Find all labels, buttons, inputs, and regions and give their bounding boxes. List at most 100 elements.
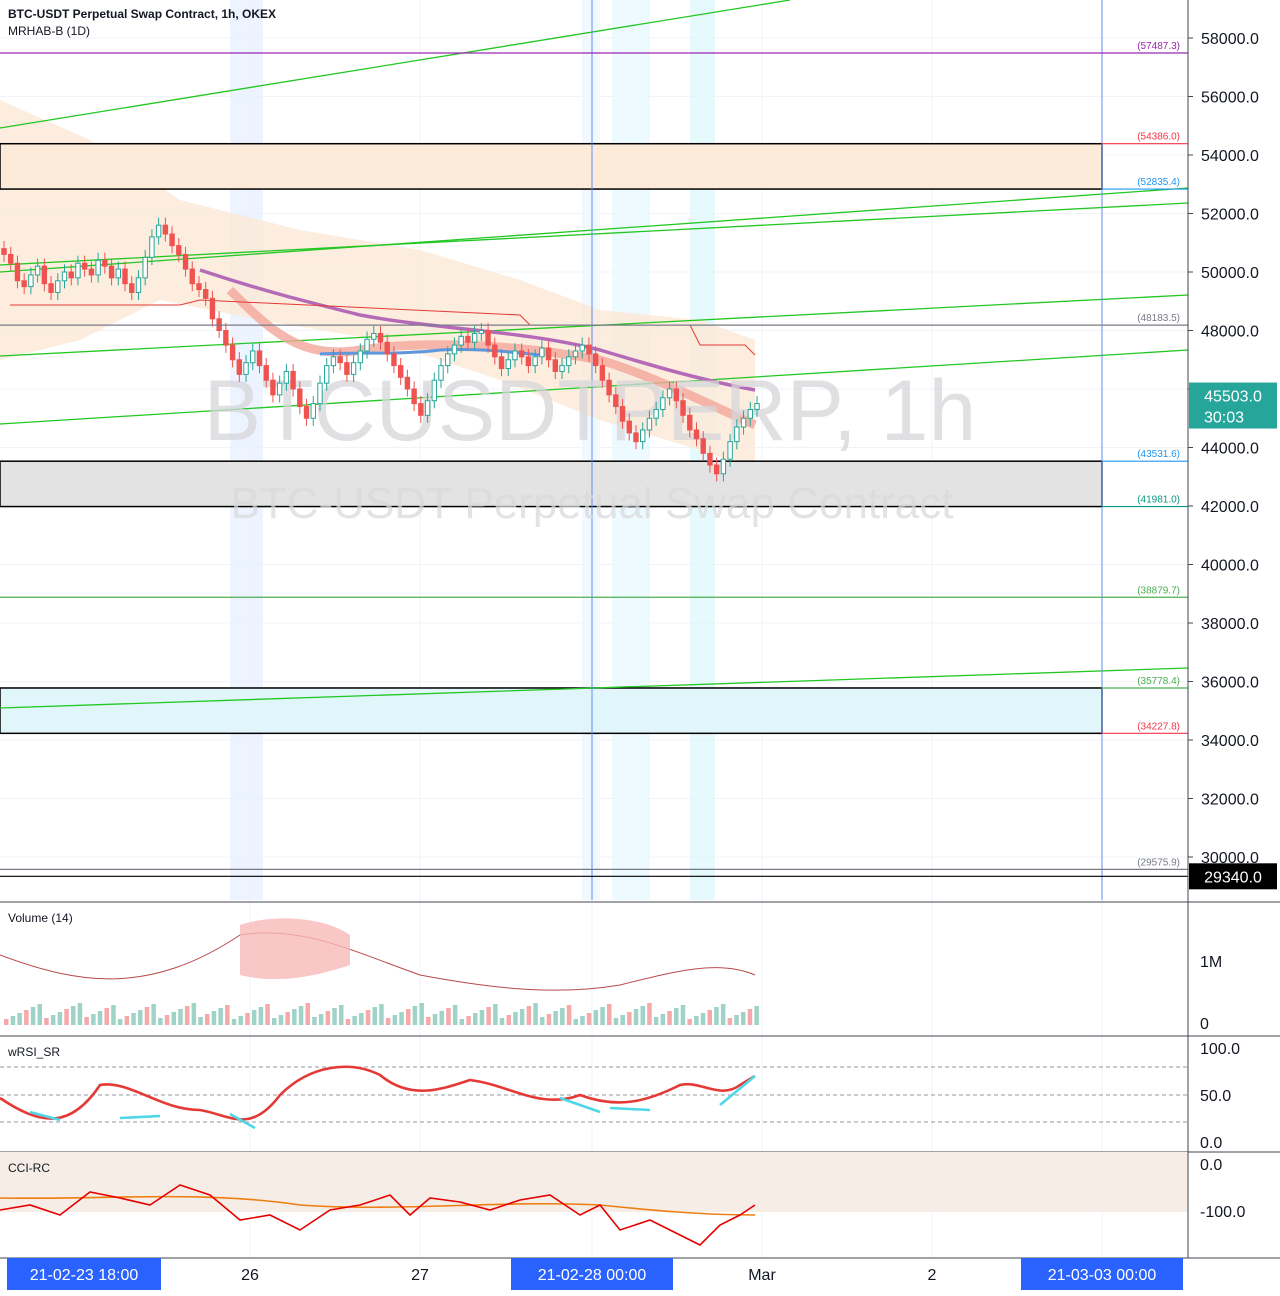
volume-bar	[178, 1009, 183, 1025]
volume-bar	[84, 1017, 89, 1025]
candle-body	[169, 233, 175, 247]
candle-body	[518, 350, 525, 358]
volume-bar	[741, 1012, 746, 1025]
volume-bar	[111, 1005, 116, 1025]
candle-body	[498, 356, 505, 370]
volume-bar	[278, 1015, 284, 1025]
candle-body	[492, 344, 498, 358]
chart-title: BTC-USDT Perpetual Swap Contract, 1h, OK…	[8, 7, 277, 21]
candle-body	[236, 359, 243, 375]
volume-bar	[265, 1004, 270, 1025]
candle-body	[418, 403, 424, 416]
cci-band	[0, 1152, 1188, 1212]
price-axis[interactable]: 1M 0 100.0 50.0 0.0 0.0 -100.0 58000.0 56000.0 54…	[1187, 0, 1277, 1258]
volume-bar	[292, 1009, 297, 1025]
volume-bar	[466, 1016, 471, 1025]
candle-body	[599, 365, 606, 381]
level-label: (38879.7)	[1137, 585, 1180, 596]
volume-bar	[231, 1019, 237, 1025]
price-tick-label: 36000.0	[1201, 675, 1259, 692]
time-label: 21-03-03 00:00	[1048, 1267, 1157, 1284]
volume-bar	[37, 1004, 42, 1025]
volume-bar	[24, 1010, 29, 1025]
candle-body	[471, 332, 478, 343]
candle-body	[458, 335, 464, 346]
candle-body	[48, 283, 54, 293]
volume-bar	[385, 1018, 391, 1025]
candle-body	[14, 262, 21, 282]
volume-bar	[399, 1012, 404, 1025]
zone-box	[0, 687, 1103, 735]
candle-body	[485, 330, 491, 346]
volume-bar	[379, 1004, 384, 1025]
candle-body	[250, 350, 256, 364]
candle-body	[693, 429, 700, 440]
volume-bar	[10, 1016, 16, 1025]
volume-bar	[446, 1008, 451, 1025]
volume-bar	[613, 1018, 619, 1025]
candle-body	[539, 347, 545, 358]
candle-body	[290, 370, 296, 390]
volume-bar	[653, 1017, 659, 1025]
candle-body	[149, 236, 155, 258]
volume-band	[240, 918, 350, 980]
candle-body	[505, 359, 511, 370]
volume-bar	[459, 1019, 465, 1025]
volume-bar	[238, 1016, 243, 1025]
candle-body	[142, 256, 148, 279]
candle-body	[740, 417, 747, 428]
candle-body	[95, 259, 101, 276]
volume-bar	[64, 1009, 69, 1025]
candle-body	[229, 344, 236, 361]
candle-body	[532, 356, 538, 367]
zone-box	[0, 142, 1103, 190]
candle-body	[122, 268, 128, 285]
volume-bar	[245, 1013, 250, 1025]
candle-body	[371, 332, 377, 340]
volume-bar	[406, 1009, 411, 1025]
time-label: 26	[241, 1267, 259, 1284]
volume-bar	[211, 1011, 217, 1025]
volume-bar	[372, 1007, 377, 1025]
candle-body	[357, 350, 364, 364]
volume-bar	[305, 1003, 310, 1025]
candle-body	[263, 365, 269, 381]
volume-bar	[318, 1014, 324, 1025]
price-tick-label: 32000.0	[1201, 792, 1259, 809]
candle-body	[700, 438, 706, 454]
volume-bar	[124, 1016, 130, 1025]
volume-bar	[493, 1004, 498, 1025]
candle-body	[411, 388, 417, 405]
volume-bar	[627, 1012, 632, 1025]
volume-bar	[680, 1005, 686, 1025]
last-price-label: 45503.0	[1204, 389, 1262, 406]
candle-body	[633, 432, 639, 443]
volume-bar	[91, 1014, 96, 1025]
price-tick-label: 58000.0	[1201, 31, 1259, 48]
candle-body	[660, 397, 666, 410]
volume-bar	[4, 1019, 9, 1025]
candle-body	[640, 429, 646, 443]
time-axis[interactable]: 21-02-23 18:00 26 27 21-02-28 00:00 Mar 2 21-0…	[0, 1257, 1280, 1290]
candle-body	[202, 289, 209, 299]
volume-bar	[71, 1006, 76, 1025]
candle-body	[196, 283, 202, 291]
volume-bar	[754, 1006, 759, 1025]
candle-body	[465, 335, 471, 343]
volume-bar	[345, 1019, 351, 1025]
volume-bar	[580, 1016, 585, 1025]
candle-body	[445, 353, 451, 367]
candle-body	[364, 338, 370, 352]
volume-bar	[720, 1004, 726, 1025]
level-label: (29575.9)	[1137, 857, 1180, 868]
candle-body	[303, 406, 310, 419]
volume-bar	[205, 1014, 210, 1025]
volume-bar	[714, 1007, 719, 1025]
volume-bar	[332, 1008, 337, 1025]
volume-bar	[607, 1004, 612, 1025]
watermark-description: BTC-USDT Perpetual Swap Contract	[230, 479, 953, 528]
volume-bar	[30, 1007, 36, 1025]
candle-body	[438, 365, 444, 381]
volume-bar	[426, 1017, 431, 1025]
candle-body	[478, 330, 485, 334]
